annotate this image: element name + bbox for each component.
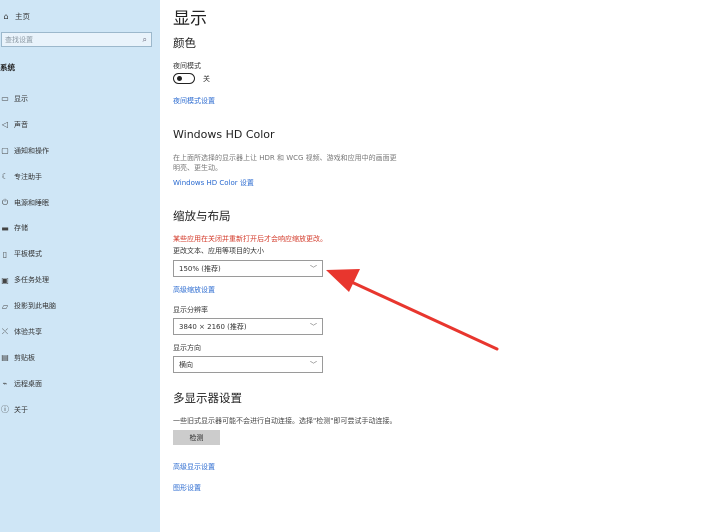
sidebar-item[interactable]: ▬ 存储: [0, 215, 160, 241]
storage-icon: ▬: [1, 223, 9, 233]
notification-icon: ▢: [1, 146, 9, 156]
detect-button[interactable]: 检测: [173, 430, 220, 445]
hdr-heading: Windows HD Color: [173, 128, 275, 141]
hdr-settings-link[interactable]: Windows HD Color 设置: [173, 178, 254, 188]
night-light-label: 夜间模式: [173, 62, 201, 70]
sidebar-item[interactable]: ⌁ 远程桌面: [0, 371, 160, 397]
sidebar-item[interactable]: ▭ 显示: [0, 86, 160, 112]
search-input[interactable]: 查找设置 ⌕: [1, 32, 152, 47]
scale-dropdown-value: 150% (推荐): [179, 264, 221, 273]
sidebar-item-label: 投影到此电脑: [14, 302, 56, 311]
chevron-down-icon: ﹀: [310, 360, 317, 369]
sidebar-item-label: 多任务处理: [14, 276, 49, 285]
power-icon: ⏻: [1, 197, 9, 207]
multitask-icon: ▣: [1, 275, 9, 285]
sidebar-item-label: 剪贴板: [14, 353, 35, 362]
sidebar-item-label: 关于: [14, 405, 28, 414]
home-label: 主页: [15, 11, 30, 21]
monitor-icon: ▭: [1, 94, 9, 104]
advanced-scaling-link[interactable]: 高级缩放设置: [173, 285, 215, 295]
tablet-icon: ▯: [2, 249, 8, 259]
orientation-dropdown[interactable]: 横向 ﹀: [173, 356, 323, 373]
advanced-display-link[interactable]: 高级显示设置: [173, 462, 215, 472]
sidebar-item-label: 体验共享: [14, 327, 42, 336]
scale-layout-heading: 缩放与布局: [173, 209, 231, 223]
multi-display-heading: 多显示器设置: [173, 391, 242, 405]
hdr-description: 在上面所选择的显示器上让 HDR 和 WCG 视频、游戏和应用中的画面更 明亮、…: [173, 153, 413, 173]
sidebar-item-label: 电源和睡眠: [14, 198, 49, 207]
clipboard-icon: ▤: [1, 353, 9, 363]
home-icon: ⌂: [3, 11, 9, 21]
sidebar-item-label: 声音: [14, 120, 28, 129]
sidebar-item[interactable]: ▣ 多任务处理: [0, 267, 160, 293]
toggle-knob: [177, 76, 182, 81]
chevron-down-icon: ﹀: [310, 264, 317, 273]
project-icon: ▱: [1, 301, 9, 311]
main-content: 显示 颜色 夜间模式 关 夜间模式设置 Windows HD Color 在上面…: [173, 0, 713, 532]
orientation-dropdown-value: 横向: [179, 360, 193, 369]
sidebar-item-label: 平板模式: [14, 250, 42, 259]
sidebar-item-label: 远程桌面: [14, 379, 42, 388]
sidebar-item[interactable]: ▤ 剪贴板: [0, 345, 160, 371]
search-placeholder: 查找设置: [5, 35, 33, 44]
moon-icon: ☾: [1, 172, 9, 182]
hdr-desc-line-1: 在上面所选择的显示器上让 HDR 和 WCG 视频、游戏和应用中的画面更: [173, 154, 397, 162]
share-icon: ⤬: [1, 326, 9, 336]
sidebar-item[interactable]: ⏻ 电源和睡眠: [0, 190, 160, 216]
orientation-label: 显示方向: [173, 344, 201, 352]
color-heading: 颜色: [173, 36, 196, 50]
chevron-down-icon: ﹀: [310, 322, 317, 331]
remote-desktop-icon: ⌁: [2, 379, 8, 389]
page-title: 显示: [173, 9, 207, 29]
sidebar-item-label: 通知和操作: [14, 146, 49, 155]
scale-warning: 某些应用在关闭并重新打开后才会响应缩放更改。: [173, 235, 327, 243]
night-light-settings-link[interactable]: 夜间模式设置: [173, 96, 215, 106]
sidebar-item[interactable]: ⓘ 关于: [0, 397, 160, 423]
resolution-label: 显示分辨率: [173, 306, 208, 314]
sidebar-item[interactable]: ◁ 声音: [0, 112, 160, 138]
night-light-toggle[interactable]: [173, 73, 195, 84]
speaker-icon: ◁: [1, 120, 9, 130]
graphics-settings-link[interactable]: 图形设置: [173, 483, 201, 493]
sidebar-item-label: 专注助手: [14, 172, 42, 181]
toggle-state-text: 关: [203, 74, 210, 83]
sidebar: ⌂ 主页 查找设置 ⌕ 系统 ▭ 显示 ◁ 声音 ▢ 通知和操作 ☾ 专注助手 ⏻ 电源和睡眠 ▬ 存…: [0, 0, 160, 532]
text-size-label: 更改文本、应用等项目的大小: [173, 247, 264, 255]
sidebar-item[interactable]: ▢ 通知和操作: [0, 138, 160, 164]
hdr-desc-line-2: 明亮、更生动。: [173, 164, 222, 172]
sidebar-item-label: 存储: [14, 224, 28, 233]
sidebar-item[interactable]: ☾ 专注助手: [0, 164, 160, 190]
resolution-dropdown[interactable]: 3840 × 2160 (推荐) ﹀: [173, 318, 323, 335]
multi-display-description: 一些旧式显示器可能不会进行自动连接。选择"检测"即可尝试手动连接。: [173, 417, 397, 425]
sidebar-item[interactable]: ▯ 平板模式: [0, 241, 160, 267]
sidebar-nav: ▭ 显示 ◁ 声音 ▢ 通知和操作 ☾ 专注助手 ⏻ 电源和睡眠 ▬ 存储 ▯ 平板模式 ▣ 多任务处理 ▱ 投影…: [0, 86, 160, 423]
sidebar-item[interactable]: ⤬ 体验共享: [0, 319, 160, 345]
home-nav-item[interactable]: ⌂ 主页: [0, 9, 30, 23]
info-icon: ⓘ: [1, 405, 9, 415]
sidebar-item[interactable]: ▱ 投影到此电脑: [0, 293, 160, 319]
resolution-dropdown-value: 3840 × 2160 (推荐): [179, 322, 247, 331]
scale-dropdown[interactable]: 150% (推荐) ﹀: [173, 260, 323, 277]
sidebar-section-title: 系统: [0, 63, 15, 72]
sidebar-item-label: 显示: [14, 94, 28, 103]
search-icon[interactable]: ⌕: [143, 35, 147, 45]
